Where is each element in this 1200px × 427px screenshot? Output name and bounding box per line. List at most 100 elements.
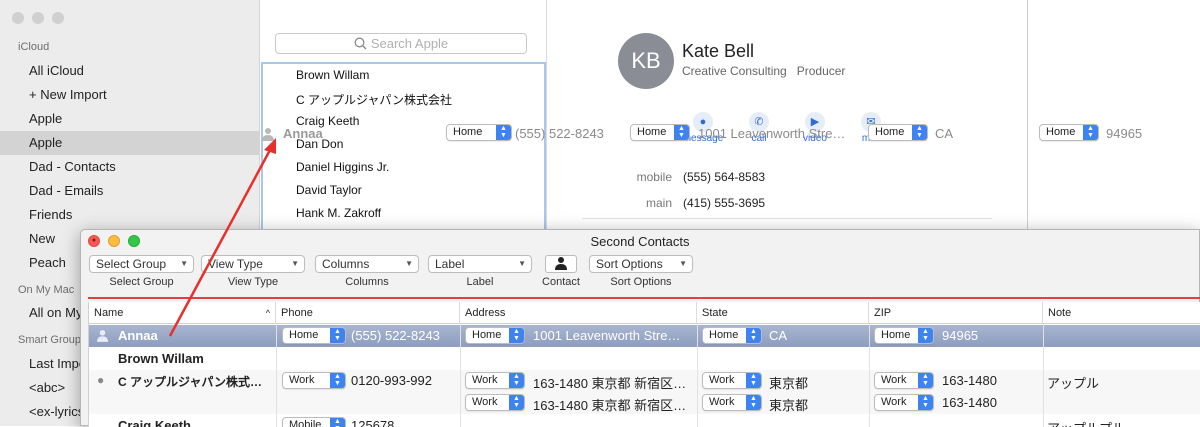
columns-popup[interactable]: Columns ▼: [315, 255, 419, 273]
search-icon: [354, 37, 367, 50]
column-header-phone[interactable]: Phone: [276, 302, 460, 324]
table-row[interactable]: Annaa Home ▲ ▼ (555) 522-8243 Home ▲ ▼ 1001 …: [89, 325, 1200, 347]
stepper-icon: ▲▼: [746, 395, 761, 410]
popup-value: Sort Options: [596, 257, 663, 271]
on-my-mac-header: On My Mac: [18, 284, 75, 296]
cell-state[interactable]: CA: [769, 328, 787, 343]
table-row[interactable]: ● C アップルジャパン株式… Work ▲ ▼ 0120-993-992 Work…: [89, 370, 1200, 414]
zip-label-popup[interactable]: Work ▲ ▼: [874, 372, 934, 389]
address-label-popup[interactable]: Work ▲ ▼: [465, 394, 525, 411]
sidebar-item-apple-selected[interactable]: Apple: [0, 131, 259, 155]
stepper-icon: ▲▼: [918, 328, 933, 343]
stepper-icon: ▲▼: [509, 373, 524, 388]
view-type-popup[interactable]: View Type ▼: [201, 255, 305, 273]
close-button[interactable]: [12, 12, 24, 24]
ghost-zip: 94965: [1106, 126, 1143, 141]
list-item[interactable]: Hank M. Zakroff: [296, 206, 381, 220]
contact-name: Kate Bell: [682, 41, 755, 61]
table-row[interactable]: Craig Keeth Mobile▲▼ 125678 アップルプル: [89, 415, 1200, 427]
cell-address[interactable]: 163-1480 東京都 新宿区…: [533, 395, 686, 414]
stepper-icon: ▲▼: [330, 373, 345, 388]
stepper-icon: ▲▼: [918, 373, 933, 388]
cell-zip[interactable]: 163-1480: [942, 395, 997, 410]
sidebar-item-all-icloud[interactable]: All iCloud: [0, 59, 259, 83]
stepper-icon: ▲▼: [509, 395, 524, 410]
column-header-address[interactable]: Address: [460, 302, 697, 324]
drop-indicator: [88, 297, 1200, 299]
phone-label-popup[interactable]: Home ▲ ▼: [282, 327, 346, 344]
ghost-phone: (555) 522-8243: [515, 126, 604, 141]
cell-zip[interactable]: 163-1480: [942, 373, 997, 388]
popup-value: Home: [472, 329, 502, 341]
toolbar-label: View Type: [227, 276, 279, 288]
popup-value: Home: [875, 126, 905, 138]
stepper-icon: ▲▼: [912, 125, 927, 140]
popup-value: Work: [709, 374, 735, 386]
popup-value: Work: [472, 396, 498, 408]
window-controls: [12, 12, 64, 24]
column-header-state[interactable]: State: [697, 302, 869, 324]
toolbar-label: Sort Options: [610, 276, 672, 288]
address-label-popup[interactable]: Home ▲ ▼: [465, 327, 525, 344]
popup-value: Work: [289, 374, 315, 386]
field-value[interactable]: (415) 555-3695: [683, 196, 765, 210]
zip-label-popup[interactable]: Work ▲ ▼: [874, 394, 934, 411]
sidebar-item-dad-emails[interactable]: Dad - Emails: [0, 179, 259, 203]
phone-label-popup[interactable]: Work ▲ ▼: [282, 372, 346, 389]
search-input[interactable]: Search Apple: [275, 33, 527, 54]
contact-job: Producer: [796, 64, 846, 78]
address-label-popup[interactable]: Work ▲ ▼: [465, 372, 525, 389]
sidebar-item-new-import[interactable]: + New Import: [0, 83, 259, 107]
cell-name: C アップルジャパン株式…: [118, 375, 263, 389]
state-label-popup[interactable]: Home ▲ ▼: [702, 327, 762, 344]
column-header-name[interactable]: Name ^: [89, 302, 276, 324]
sidebar-item-dad-contacts[interactable]: Dad - Contacts: [0, 155, 259, 179]
state-label-popup[interactable]: Work ▲ ▼: [702, 394, 762, 411]
table-row[interactable]: Brown Willam: [89, 348, 1200, 370]
stepper-icon: ▲▼: [746, 373, 761, 388]
field-value[interactable]: (555) 564-8583: [683, 170, 765, 184]
label-popup[interactable]: Label ▼: [428, 255, 532, 273]
ghost-state-label-popup: Home ▲ ▼: [868, 124, 928, 141]
sort-options-popup[interactable]: Sort Options ▼: [589, 255, 693, 273]
minimize-button[interactable]: [32, 12, 44, 24]
cell-address[interactable]: 1001 Leavenworth Stre…: [533, 328, 680, 343]
list-item[interactable]: David Taylor: [296, 183, 362, 197]
person-icon: [97, 330, 108, 342]
column-header-note[interactable]: Note: [1043, 302, 1200, 324]
cell-state[interactable]: 東京都: [769, 395, 808, 414]
zip-label-popup[interactable]: Home ▲ ▼: [874, 327, 934, 344]
list-item[interactable]: Brown Willam: [296, 68, 369, 82]
list-item[interactable]: C アップルジャパン株式会社: [296, 91, 452, 108]
popup-value: Home: [289, 329, 319, 341]
cell-state[interactable]: 東京都: [769, 373, 808, 392]
select-group-popup[interactable]: Select Group ▼: [89, 255, 194, 273]
contact-button[interactable]: [545, 255, 577, 273]
list-item[interactable]: Daniel Higgins Jr.: [296, 160, 389, 174]
cell-phone[interactable]: 0120-993-992: [351, 373, 432, 388]
cell-phone[interactable]: (555) 522-8243: [351, 328, 440, 343]
toolbar-label: Select Group: [109, 276, 174, 288]
cell-address[interactable]: 163-1480 東京都 新宿区…: [533, 373, 686, 392]
popup-value: Work: [472, 374, 498, 386]
chevron-down-icon: ▼: [518, 259, 526, 268]
cell-note[interactable]: アップル: [1047, 373, 1099, 392]
sidebar-item-friends[interactable]: Friends: [0, 203, 259, 227]
search-placeholder: Search Apple: [370, 36, 449, 51]
popup-value: Select Group: [96, 257, 167, 271]
cell-zip[interactable]: 94965: [942, 328, 978, 343]
popup-value: Work: [881, 374, 907, 386]
column-header-zip[interactable]: ZIP: [869, 302, 1043, 324]
state-label-popup[interactable]: Work ▲ ▼: [702, 372, 762, 389]
popup-value: Home: [1046, 126, 1076, 138]
chevron-down-icon: ▼: [291, 259, 299, 268]
contact-company-line: Creative Consulting Producer: [682, 64, 845, 78]
popup-value: Home: [709, 329, 739, 341]
divider: [582, 218, 992, 219]
cell-name: Annaa: [118, 328, 158, 343]
zoom-button[interactable]: [52, 12, 64, 24]
icloud-header: iCloud: [18, 41, 50, 53]
sidebar-item-apple[interactable]: Apple: [0, 107, 259, 131]
stepper-icon: ▲▼: [496, 125, 511, 140]
field-label: main: [645, 196, 672, 210]
